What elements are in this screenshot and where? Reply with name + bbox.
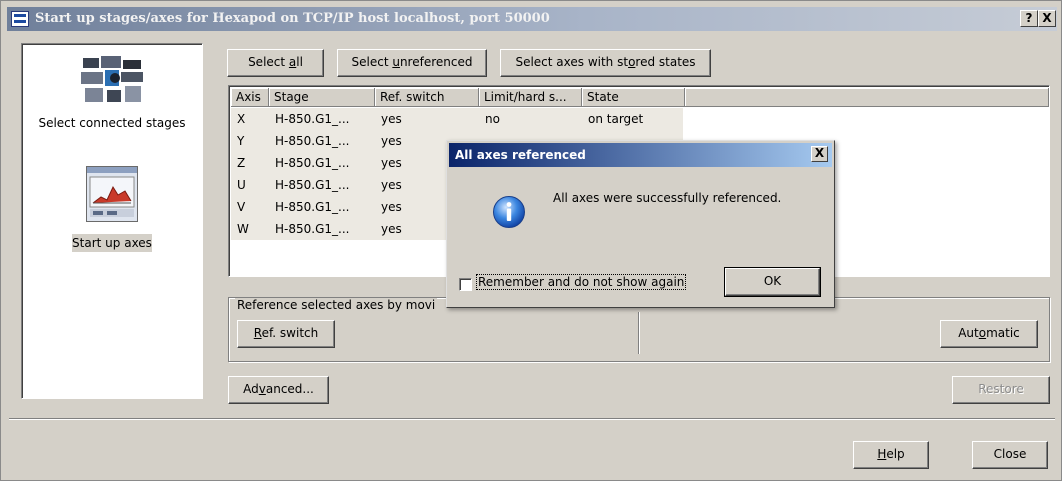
dialog-close-icon[interactable]: X xyxy=(811,146,828,162)
cell-ref: yes xyxy=(381,112,402,126)
dont-show-again-checkbox[interactable] xyxy=(459,278,472,291)
restore-button[interactable]: Restore xyxy=(952,376,1050,404)
cell-stage: H-850.G1_... xyxy=(275,178,350,192)
col-stage[interactable]: Stage xyxy=(269,88,375,107)
app-icon xyxy=(11,11,29,27)
cell-stage: H-850.G1_... xyxy=(275,222,350,236)
help-icon[interactable]: ? xyxy=(1020,10,1038,27)
cell-axis: W xyxy=(237,222,249,236)
window-title: Start up stages/axes for Hexapod on TCP/… xyxy=(35,11,550,26)
select-all-button[interactable]: Select all xyxy=(227,49,324,77)
dialog-title: All axes referenced xyxy=(455,148,586,162)
cell-ref: yes xyxy=(381,156,402,170)
cell-ref: yes xyxy=(381,222,402,236)
reference-group-title: Reference selected axes by movi xyxy=(235,298,438,312)
dont-show-again-label[interactable]: Remember and do not show again xyxy=(475,274,687,290)
cell-axis: X xyxy=(237,112,246,126)
nav-start-up-axes[interactable]: Start up axes xyxy=(72,234,152,252)
cell-ref: yes xyxy=(381,200,402,214)
close-button[interactable]: Close xyxy=(972,441,1048,469)
cell-limit: no xyxy=(485,112,500,126)
cell-stage: H-850.G1_... xyxy=(275,156,350,170)
startup-window: Start up stages/axes for Hexapod on TCP/… xyxy=(0,0,1062,481)
dialog-message: All axes were successfully referenced. xyxy=(553,191,782,205)
info-icon xyxy=(493,196,525,228)
select-stored-states-button[interactable]: Select axes with stored states xyxy=(500,49,711,77)
ok-button[interactable]: OK xyxy=(724,267,821,297)
select-unreferenced-button[interactable]: Select unreferenced xyxy=(337,49,487,77)
cell-ref: yes xyxy=(381,178,402,192)
automatic-button[interactable]: Automatic xyxy=(940,320,1038,348)
col-filler xyxy=(685,88,1049,107)
start-up-axes-icon[interactable] xyxy=(86,166,138,222)
ref-switch-button[interactable]: Ref. switch xyxy=(237,320,335,348)
cell-axis: Z xyxy=(237,156,246,170)
bottom-divider xyxy=(9,418,1055,420)
dialog-titlebar[interactable]: All axes referenced X xyxy=(449,143,832,167)
help-button[interactable]: Help xyxy=(853,441,929,469)
close-icon[interactable]: X xyxy=(1038,10,1056,27)
cell-stage: H-850.G1_... xyxy=(275,200,350,214)
cell-axis: V xyxy=(237,200,246,214)
cell-stage: H-850.G1_... xyxy=(275,112,350,126)
window-titlebar[interactable]: Start up stages/axes for Hexapod on TCP/… xyxy=(7,7,1057,31)
col-axis[interactable]: Axis xyxy=(231,88,269,107)
cell-axis: U xyxy=(237,178,246,192)
advanced-button[interactable]: Advanced... xyxy=(228,376,329,404)
cell-axis: Y xyxy=(237,134,245,148)
connected-stages-icon[interactable] xyxy=(79,52,145,108)
all-axes-referenced-dialog: All axes referenced X All axes were succ… xyxy=(446,140,835,308)
stage-navigation-panel: Select connected stages Start up axes xyxy=(21,43,203,399)
cell-state: on target xyxy=(588,112,644,126)
col-ref-switch[interactable]: Ref. switch xyxy=(375,88,479,107)
col-state[interactable]: State xyxy=(582,88,685,107)
col-limit[interactable]: Limit/hard s... xyxy=(479,88,582,107)
cell-stage: H-850.G1_... xyxy=(275,134,350,148)
group-divider xyxy=(638,312,640,354)
nav-select-connected-stages[interactable]: Select connected stages xyxy=(22,116,202,130)
cell-ref: yes xyxy=(381,134,402,148)
